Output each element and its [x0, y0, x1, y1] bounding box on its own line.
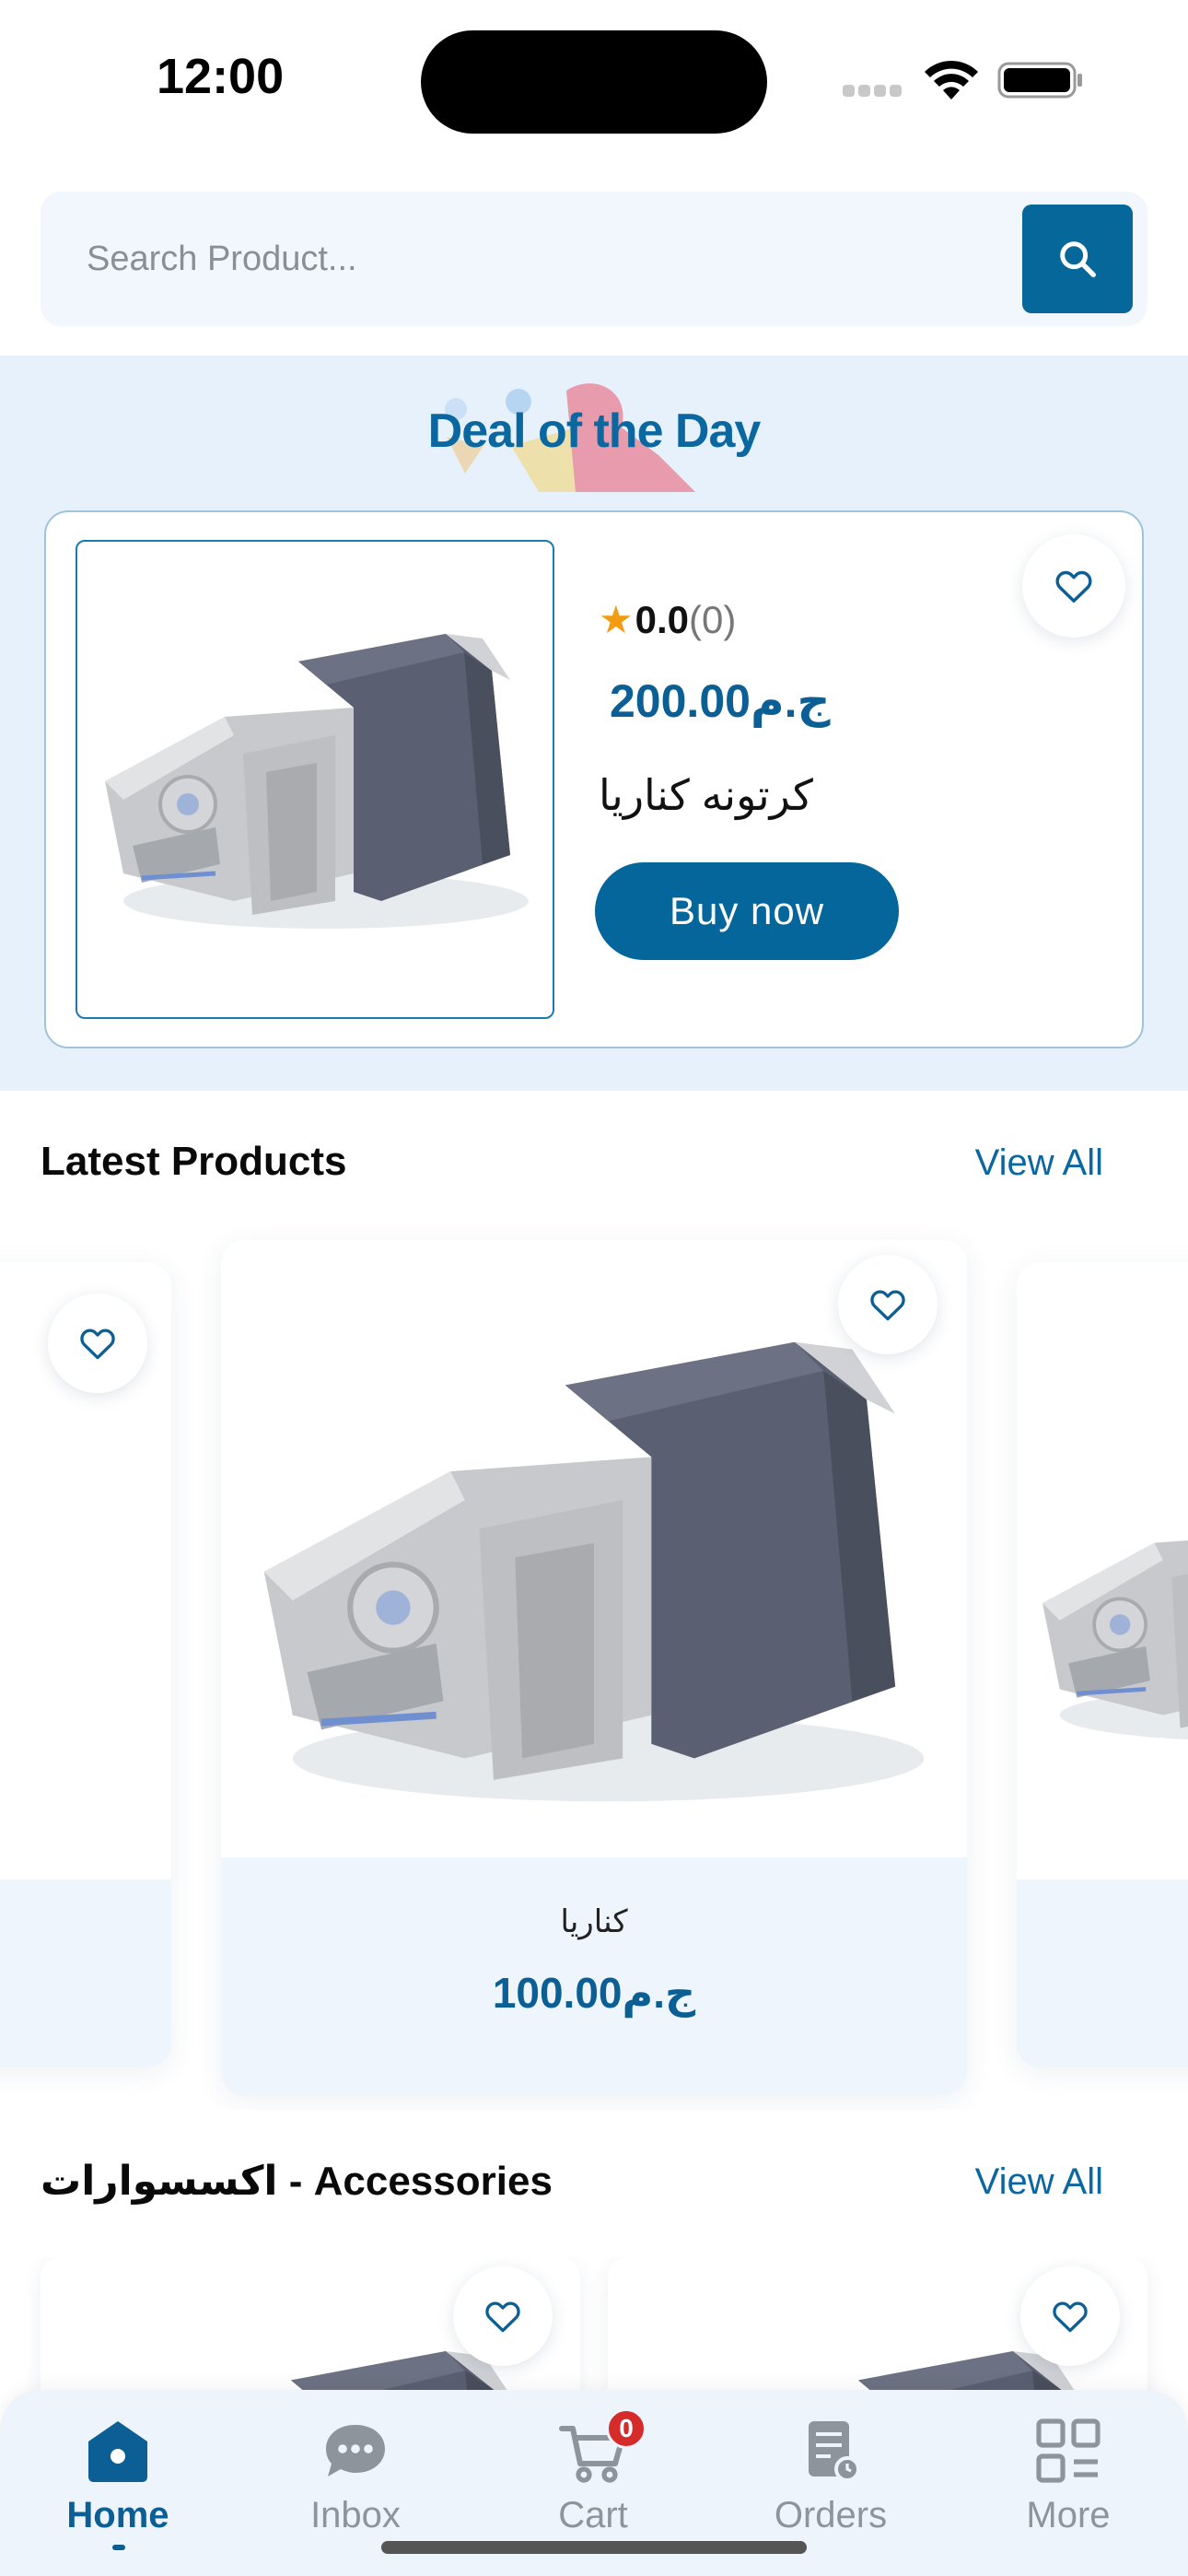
chat-icon	[326, 2425, 385, 2476]
star-icon: ★	[599, 598, 634, 641]
nav-home-label: Home	[66, 2495, 169, 2535]
deal-favorite-button[interactable]	[1022, 534, 1125, 638]
search-button[interactable]	[1022, 205, 1133, 313]
product-card[interactable]	[41, 2257, 580, 2395]
heart-icon	[77, 1323, 118, 1364]
home-indicator[interactable]	[381, 2541, 807, 2554]
grid-icon	[1036, 2418, 1101, 2483]
nav-orders[interactable]: Orders	[748, 2414, 914, 2552]
nav-orders-label: Orders	[774, 2495, 888, 2535]
product-image	[77, 542, 554, 1019]
product-card[interactable]	[0, 1262, 171, 2067]
product-name: كناريا	[560, 1904, 628, 1939]
heart-icon	[483, 2296, 523, 2336]
heart-icon	[868, 1284, 908, 1325]
deal-product-image[interactable]	[76, 540, 554, 1019]
nav-cart[interactable]: 0 Cart	[510, 2408, 676, 2552]
deal-of-the-day-section: Deal of the Day ★ 0.0 (0) 200.00ج.م كرتو…	[0, 356, 1188, 1091]
product-card[interactable]	[1017, 1262, 1188, 2067]
dynamic-island	[421, 30, 767, 134]
deal-card[interactable]: ★ 0.0 (0) 200.00ج.م كرتونه كناريا Buy no…	[44, 510, 1144, 1048]
rating-count: (0)	[689, 597, 737, 641]
signal-icon	[843, 85, 905, 98]
nav-more-label: More	[1026, 2495, 1111, 2535]
favorite-button[interactable]	[48, 1294, 147, 1393]
rating-value: 0.0	[635, 597, 690, 641]
favorite-button[interactable]	[453, 2266, 553, 2366]
active-indicator	[112, 2545, 125, 2550]
nav-inbox-label: Inbox	[310, 2495, 401, 2535]
orders-icon	[809, 2421, 860, 2482]
product-card[interactable]	[608, 2257, 1147, 2395]
deal-price: 200.00ج.م	[610, 675, 831, 727]
deal-rating: ★ 0.0 (0)	[599, 597, 736, 642]
heart-icon	[1053, 565, 1095, 607]
status-bar: 12:00	[0, 0, 1188, 157]
nav-inbox[interactable]: Inbox	[273, 2414, 438, 2552]
heart-icon	[1050, 2296, 1090, 2336]
accessories-carousel[interactable]	[0, 2257, 1188, 2395]
cart-badge: 0	[606, 2408, 646, 2449]
status-time: 12:00	[157, 49, 285, 104]
product-card[interactable]: كناريا 100.00ج.م	[221, 1240, 967, 2095]
product-price: 100.00ج.م	[492, 1969, 696, 2017]
wifi-icon	[925, 60, 978, 100]
nav-home[interactable]: Home	[35, 2414, 201, 2552]
product-picture	[221, 1277, 967, 1867]
product-picture	[1017, 1345, 1188, 1861]
search-input[interactable]	[87, 228, 961, 289]
nav-cart-label: Cart	[558, 2495, 628, 2535]
favorite-button[interactable]	[838, 1255, 938, 1354]
favorite-button[interactable]	[1020, 2266, 1120, 2366]
latest-products-title: Latest Products	[41, 1139, 347, 1184]
nav-more[interactable]: More	[985, 2414, 1151, 2552]
search-bar	[41, 192, 1147, 326]
accessories-view-all-link[interactable]: View All	[975, 2161, 1103, 2203]
latest-products-carousel[interactable]: كناريا 100.00ج.م	[0, 1225, 1188, 2110]
buy-now-button[interactable]: Buy now	[595, 862, 899, 960]
deal-title: Deal of the Day	[427, 404, 762, 458]
deal-product-name: كرتونه كناريا	[599, 771, 813, 819]
accessories-title: اكسسوارات - Accessories	[41, 2159, 553, 2204]
home-icon	[88, 2421, 147, 2482]
search-icon	[1060, 241, 1096, 277]
latest-view-all-link[interactable]: View All	[975, 1142, 1103, 1184]
battery-icon	[997, 62, 1082, 99]
